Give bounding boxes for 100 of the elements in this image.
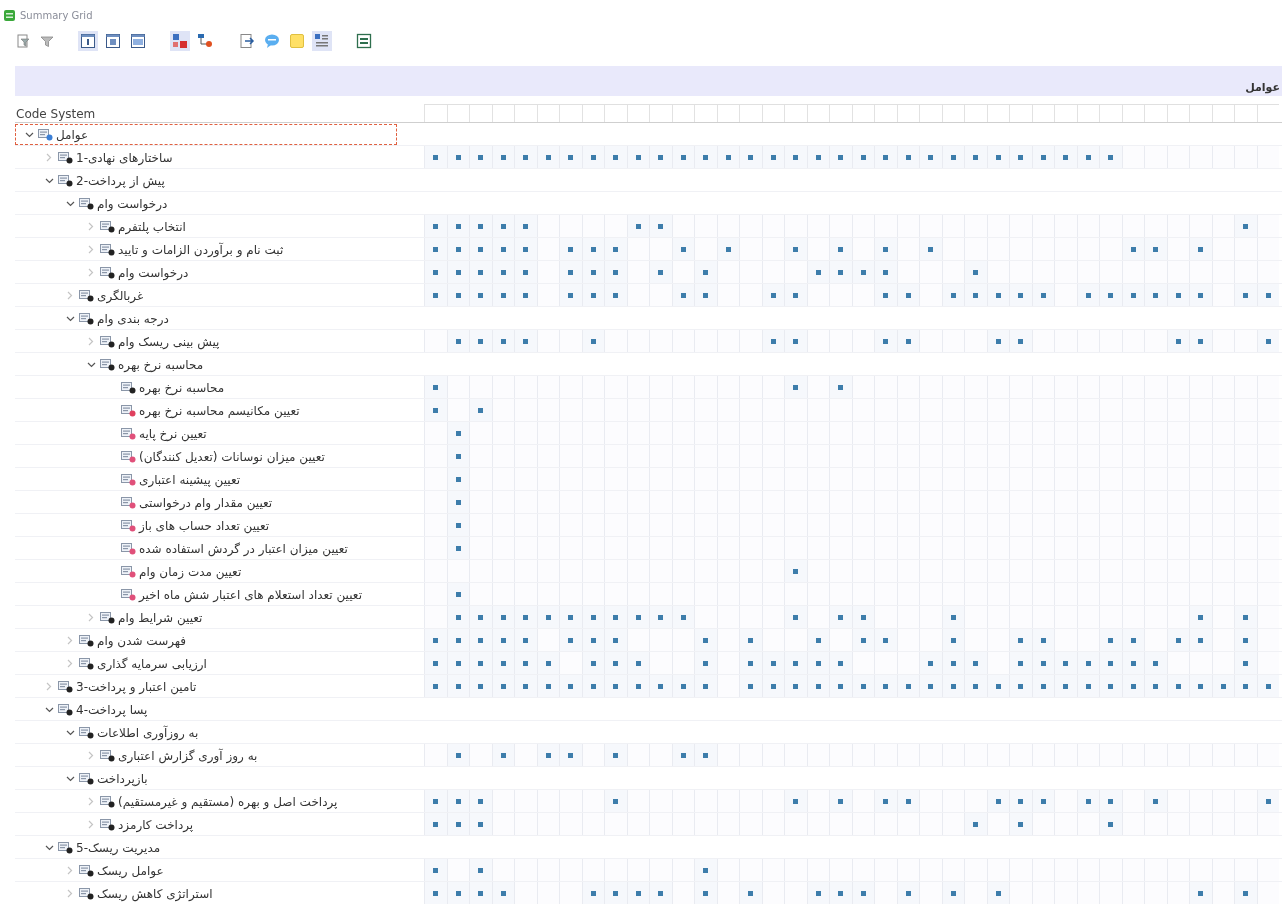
code-icon	[58, 680, 73, 693]
tree-item[interactable]: عوامل ریسک	[97, 863, 164, 878]
chevron-right-icon[interactable]	[88, 613, 94, 622]
window-icon[interactable]	[128, 31, 148, 51]
code-icon	[121, 381, 136, 394]
tree-item[interactable]: پسا پرداخت-4	[76, 702, 148, 717]
grid-app-icon	[4, 9, 15, 21]
tree-item[interactable]: ثبت نام و برآوردن الزامات و تایید	[118, 242, 284, 257]
tree-item[interactable]: تعیین پیشینه اعتباری	[139, 472, 241, 487]
code-icon	[58, 151, 73, 164]
tree-item[interactable]: تعیین شرایط وام	[118, 610, 203, 625]
chevron-right-icon[interactable]	[46, 682, 52, 691]
text-code-icon[interactable]	[312, 31, 332, 51]
window-icon[interactable]	[103, 31, 123, 51]
tree-item[interactable]: بازپرداخت	[97, 771, 148, 786]
code-icon	[121, 496, 136, 509]
chevron-right-icon[interactable]	[88, 820, 94, 829]
chevron-right-icon[interactable]	[67, 291, 73, 300]
tree-item[interactable]: انتخاب پلتفرم	[118, 219, 186, 234]
code-icon	[121, 542, 136, 555]
tree-item[interactable]: تعیین میزان نوسانات (تعدیل کنندگان)	[139, 449, 325, 464]
code-icon	[100, 795, 115, 808]
tree-item[interactable]: پیش بینی ریسک وام	[118, 334, 220, 349]
code-icon	[79, 312, 94, 325]
chevron-right-icon[interactable]	[88, 268, 94, 277]
chevron-down-icon[interactable]	[24, 131, 34, 138]
tree-item[interactable]: تعیین میزان اعتبار در گردش استفاده شده	[139, 541, 348, 556]
tree-item[interactable]: تعیین مدت زمان وام	[139, 564, 242, 579]
tree-item[interactable]: محاسبه نرخ بهره	[118, 357, 204, 372]
header-title: عوامل	[1245, 81, 1280, 96]
chevron-down-icon[interactable]	[65, 315, 75, 322]
chevron-right-icon[interactable]	[67, 889, 73, 898]
code-icon	[121, 404, 136, 417]
code-icon	[121, 427, 136, 440]
code-icon	[121, 565, 136, 578]
chevron-down-icon[interactable]	[86, 361, 96, 368]
code-icon	[58, 703, 73, 716]
color-blocks-icon[interactable]	[170, 31, 190, 51]
tree-item[interactable]: پیش از پرداخت-2	[76, 173, 165, 188]
chevron-down-icon[interactable]	[65, 775, 75, 782]
code-icon	[121, 588, 136, 601]
code-icon	[58, 841, 73, 854]
chevron-down-icon[interactable]	[65, 729, 75, 736]
chevron-down-icon[interactable]	[65, 200, 75, 207]
tree-item[interactable]: تعیین تعداد استعلام های اعتبار شش ماه اخیر	[139, 587, 362, 602]
chevron-right-icon[interactable]	[67, 659, 73, 668]
code-icon	[79, 726, 94, 739]
chevron-right-icon[interactable]	[67, 636, 73, 645]
code-icon	[100, 358, 115, 371]
document-arrow-icon[interactable]	[237, 31, 257, 51]
tree-item[interactable]: ساختارهای نهادی-1	[76, 150, 173, 165]
chevron-down-icon[interactable]	[44, 706, 54, 713]
tree-item[interactable]: فهرست شدن وام	[97, 633, 187, 648]
tree-item[interactable]: تعیین نرخ پایه	[139, 426, 207, 441]
chevron-right-icon[interactable]	[88, 751, 94, 760]
code-icon	[79, 657, 94, 670]
chevron-down-icon[interactable]	[44, 177, 54, 184]
tree-item[interactable]: ارزیابی سرمایه گذاری	[97, 656, 207, 671]
tree-item[interactable]: به روزآوری اطلاعات	[97, 725, 199, 740]
tree-item[interactable]: تعیین مکانیسم محاسبه نرخ بهره	[139, 403, 300, 418]
code-icon	[79, 864, 94, 877]
tree-item[interactable]: تامین اعتبار و پرداخت-3	[76, 679, 197, 694]
chevron-right-icon[interactable]	[88, 222, 94, 231]
code-icon	[79, 197, 94, 210]
tree-item[interactable]: تعیین تعداد حساب های باز	[139, 518, 270, 533]
note-icon[interactable]	[287, 31, 307, 51]
tree-item-focused[interactable]: عوامل	[15, 124, 397, 145]
code-icon	[79, 772, 94, 785]
code-icon	[58, 174, 73, 187]
column-heading: Code System	[15, 107, 96, 121]
code-icon	[100, 749, 115, 762]
chevron-right-icon[interactable]	[88, 245, 94, 254]
tree-item[interactable]: به روز آوری گزارش اعتباری	[118, 748, 258, 763]
window-icon[interactable]	[78, 31, 98, 51]
chevron-right-icon[interactable]	[88, 797, 94, 806]
code-icon	[100, 818, 115, 831]
tree-item[interactable]: تعیین مقدار وام درخواستی	[139, 495, 273, 510]
chevron-down-icon[interactable]	[44, 844, 54, 851]
tree-item[interactable]: پرداخت کارمزد	[118, 817, 194, 832]
code-icon	[79, 634, 94, 647]
table-icon[interactable]	[354, 31, 374, 51]
code-icon	[100, 243, 115, 256]
tree-item[interactable]: درخواست وام	[97, 196, 168, 211]
code-icon	[100, 266, 115, 279]
code-icon	[79, 887, 94, 900]
tree-item[interactable]: پرداخت اصل و بهره (مستقیم و غیرمستقیم)	[118, 794, 338, 809]
chevron-right-icon[interactable]	[67, 866, 73, 875]
window-title: Summary Grid	[20, 9, 93, 21]
tree-item[interactable]: درخواست وام	[118, 265, 189, 280]
tree-item[interactable]: مدیریت ریسک-5	[76, 840, 161, 855]
chevron-right-icon[interactable]	[88, 337, 94, 346]
tree-item[interactable]: درجه بندی وام	[97, 311, 169, 326]
code-icon	[79, 289, 94, 302]
code-icon	[121, 450, 136, 463]
chevron-right-icon[interactable]	[46, 153, 52, 162]
tree-item[interactable]: محاسبه نرخ بهره	[139, 380, 225, 395]
code-icon	[121, 519, 136, 532]
code-icon	[100, 220, 115, 233]
tree-item[interactable]: غربالگری	[97, 288, 144, 303]
tree-item[interactable]: استراتژی کاهش ریسک	[97, 886, 213, 901]
